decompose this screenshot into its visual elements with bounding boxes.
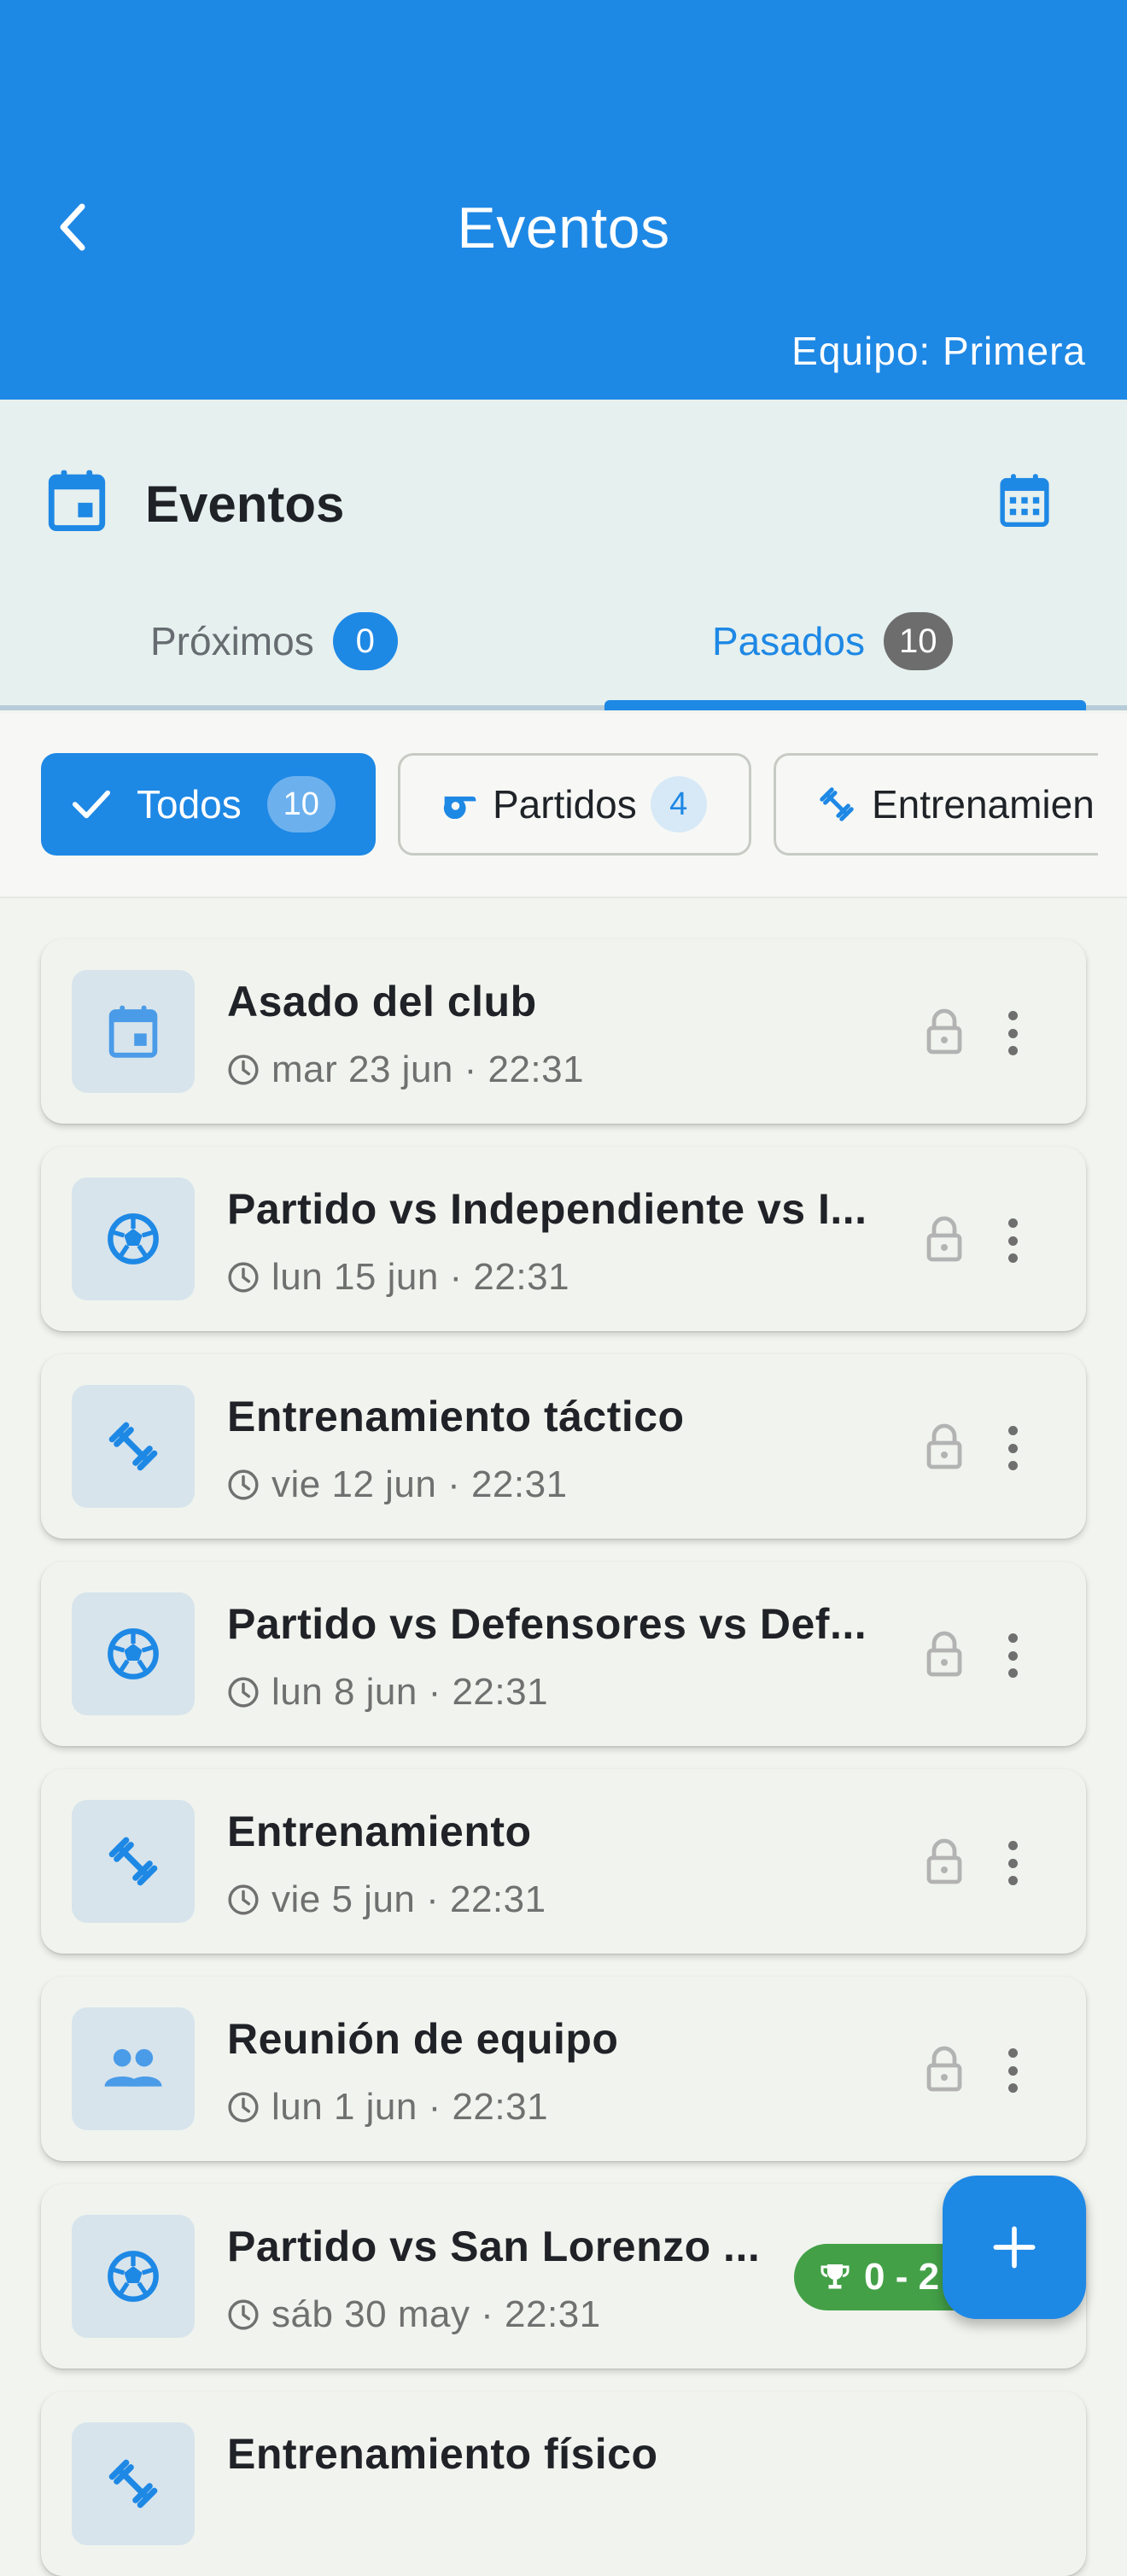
lock-icon [926,1008,963,1060]
event-card[interactable]: Partido vs Defensores vs Def... lun 8 ju… [41,1562,1086,1746]
events-header: Eventos Próximos 0 Pasados 10 [0,400,1127,710]
calendar-event-icon [48,468,106,537]
divider [0,897,1127,898]
event-date: mar 23 jun · 22:31 [227,1049,584,1091]
section-title: Eventos [145,476,345,533]
event-date-text: vie 5 jun · 22:31 [272,1878,546,1920]
event-date: lun 15 jun · 22:31 [227,1256,569,1299]
app-bar: Eventos Equipo: Primera [0,0,1127,400]
chip-label: Todos [137,782,242,827]
event-type-icon-box [72,1385,195,1508]
trophy-icon [820,2264,850,2289]
filter-chips: Todos 10 Partidos 4 Entrenamien [0,714,1127,898]
check-icon [72,790,111,819]
more-options-icon[interactable] [1002,1630,1023,1681]
tab-label: Próximos [150,619,314,663]
clock-icon [228,1054,259,1085]
event-type-icon-box [72,2215,195,2338]
more-options-icon[interactable] [1002,1422,1023,1474]
fitness-icon [108,1422,158,1471]
soccer-ball-icon [108,2251,159,2302]
filter-chip-all[interactable]: Todos 10 [41,753,376,856]
tab-indicator [604,700,1086,710]
event-card[interactable]: Partido vs San Lorenzo ... sáb 30 may · … [41,2184,1086,2369]
event-date-text: lun 1 jun · 22:31 [272,2086,549,2128]
clock-icon [228,1262,259,1293]
group-icon [104,2048,162,2087]
fitness-icon [108,2459,158,2509]
event-date: vie 5 jun · 22:31 [227,1878,546,1921]
chip-count: 4 [650,776,707,832]
event-type-icon-box [72,2422,195,2545]
event-type-icon-box [72,2007,195,2130]
fitness-icon [108,1837,158,1886]
event-type-icon-box [72,1177,195,1300]
more-options-icon[interactable] [1002,2045,1023,2096]
event-type-icon-box [72,1800,195,1923]
event-date: lun 8 jun · 22:31 [227,1671,548,1714]
calendar-event-icon [108,1005,158,1058]
event-card[interactable]: Entrenamiento táctico vie 12 jun · 22:31 [41,1354,1086,1539]
tab-upcoming[interactable]: Próximos 0 [150,611,398,671]
lock-icon [926,1630,963,1682]
event-card[interactable]: Reunión de equipo lun 1 jun · 22:31 [41,1977,1086,2161]
more-options-icon[interactable] [1002,1215,1023,1266]
lock-icon [926,1422,963,1475]
event-title: Asado del club [227,978,537,1025]
lock-icon [926,1837,963,1890]
event-date-text: lun 8 jun · 22:31 [272,1671,549,1713]
lock-icon [926,2045,963,2097]
event-card[interactable]: Partido vs Independiente vs I... lun 15 … [41,1147,1086,1331]
clock-icon [228,2092,259,2123]
clock-icon [228,1469,259,1500]
event-title: Entrenamiento [227,1808,532,1855]
clock-icon [228,1677,259,1708]
event-title: Entrenamiento táctico [227,1393,685,1440]
filter-chip-training[interactable]: Entrenamien [774,753,1098,856]
event-date: sáb 30 may · 22:31 [227,2293,601,2336]
event-title: Entrenamiento físico [227,2430,658,2478]
event-date-text: vie 12 jun · 22:31 [272,1463,568,1505]
event-card[interactable]: Asado del club mar 23 jun · 22:31 [41,939,1086,1124]
more-options-icon[interactable] [1002,1837,1023,1889]
chip-label: Partidos [493,782,637,827]
tab-count-badge: 0 [332,612,398,670]
add-event-button[interactable] [943,2176,1086,2319]
event-date-text: lun 15 jun · 22:31 [272,1256,570,1298]
event-title: Partido vs San Lorenzo ... [227,2223,761,2270]
chip-count: 10 [266,776,336,832]
lock-icon [926,1215,963,1267]
fitness-icon [820,787,854,821]
clock-icon [228,2299,259,2330]
event-card[interactable]: Entrenamiento vie 5 jun · 22:31 [41,1769,1086,1954]
event-date-text: sáb 30 may · 22:31 [272,2293,601,2335]
tab-past[interactable]: Pasados 10 [712,611,953,671]
team-label: Equipo: Primera [791,329,1086,373]
score-text: 0 - 2 [864,2256,940,2298]
calendar-view-button[interactable] [990,466,1059,534]
event-title: Partido vs Defensores vs Def... [227,1600,867,1648]
tab-count-badge: 10 [884,612,953,670]
chip-label: Entrenamien [872,782,1095,827]
event-type-icon-box [72,970,195,1093]
tab-label: Pasados [712,619,866,663]
event-title: Partido vs Independiente vs I... [227,1185,867,1233]
soccer-ball-icon [108,1628,159,1679]
more-options-icon[interactable] [1002,1008,1023,1059]
plus-icon [993,2226,1036,2269]
event-date: lun 1 jun · 22:31 [227,2086,548,2129]
event-date: vie 12 jun · 22:31 [227,1463,568,1506]
filter-chip-matches[interactable]: Partidos 4 [398,753,751,856]
event-title: Reunión de equipo [227,2015,619,2063]
whistle-icon [443,796,476,819]
event-card[interactable]: Entrenamiento físico [41,2392,1086,2576]
calendar-month-icon [1000,474,1049,528]
clock-icon [228,1884,259,1915]
event-type-icon-box [72,1592,195,1715]
event-date-text: mar 23 jun · 22:31 [272,1049,585,1090]
page-title: Eventos [457,196,670,260]
soccer-ball-icon [108,1213,159,1265]
